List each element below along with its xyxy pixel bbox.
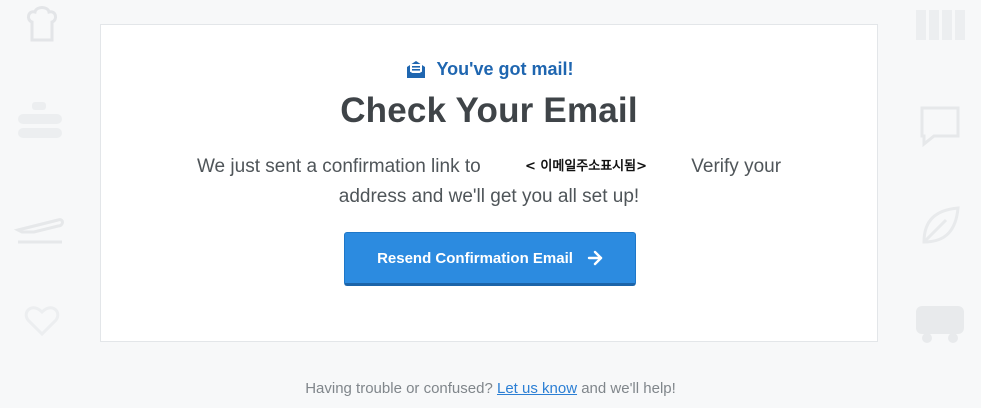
confirmation-message: We just sent a confirmation link to < 이메… — [161, 152, 817, 212]
page-title: Check Your Email — [340, 91, 638, 130]
footer-text-before: Having trouble or confused? — [305, 380, 493, 397]
email-address: < 이메일주소표시됨> — [524, 159, 647, 174]
resend-button-label: Resend Confirmation Email — [377, 249, 573, 267]
grid-icon — [916, 10, 965, 40]
resend-confirmation-button[interactable]: Resend Confirmation Email — [344, 232, 636, 286]
airplane-icon — [14, 218, 64, 244]
help-footer: Having trouble or confused? Let us know … — [0, 380, 981, 397]
mail-icon — [406, 60, 425, 78]
chat-bubble-icon — [920, 106, 960, 148]
confirmation-card: You've got mail! Check Your Email We jus… — [100, 24, 878, 342]
message-text-before: We just sent a confirmation link to — [196, 156, 481, 178]
let-us-know-link[interactable]: Let us know — [497, 380, 577, 397]
footer-text-after: and we'll help! — [581, 380, 676, 397]
eyebrow-text: You've got mail! — [436, 59, 574, 79]
curling-icon — [18, 102, 62, 138]
chef-icon — [26, 6, 58, 42]
heart-icon — [24, 306, 60, 337]
arrow-right-icon — [587, 250, 603, 266]
eyebrow-row: You've got mail! — [101, 59, 877, 80]
bus-icon — [916, 306, 964, 343]
leaf-icon — [922, 206, 960, 244]
